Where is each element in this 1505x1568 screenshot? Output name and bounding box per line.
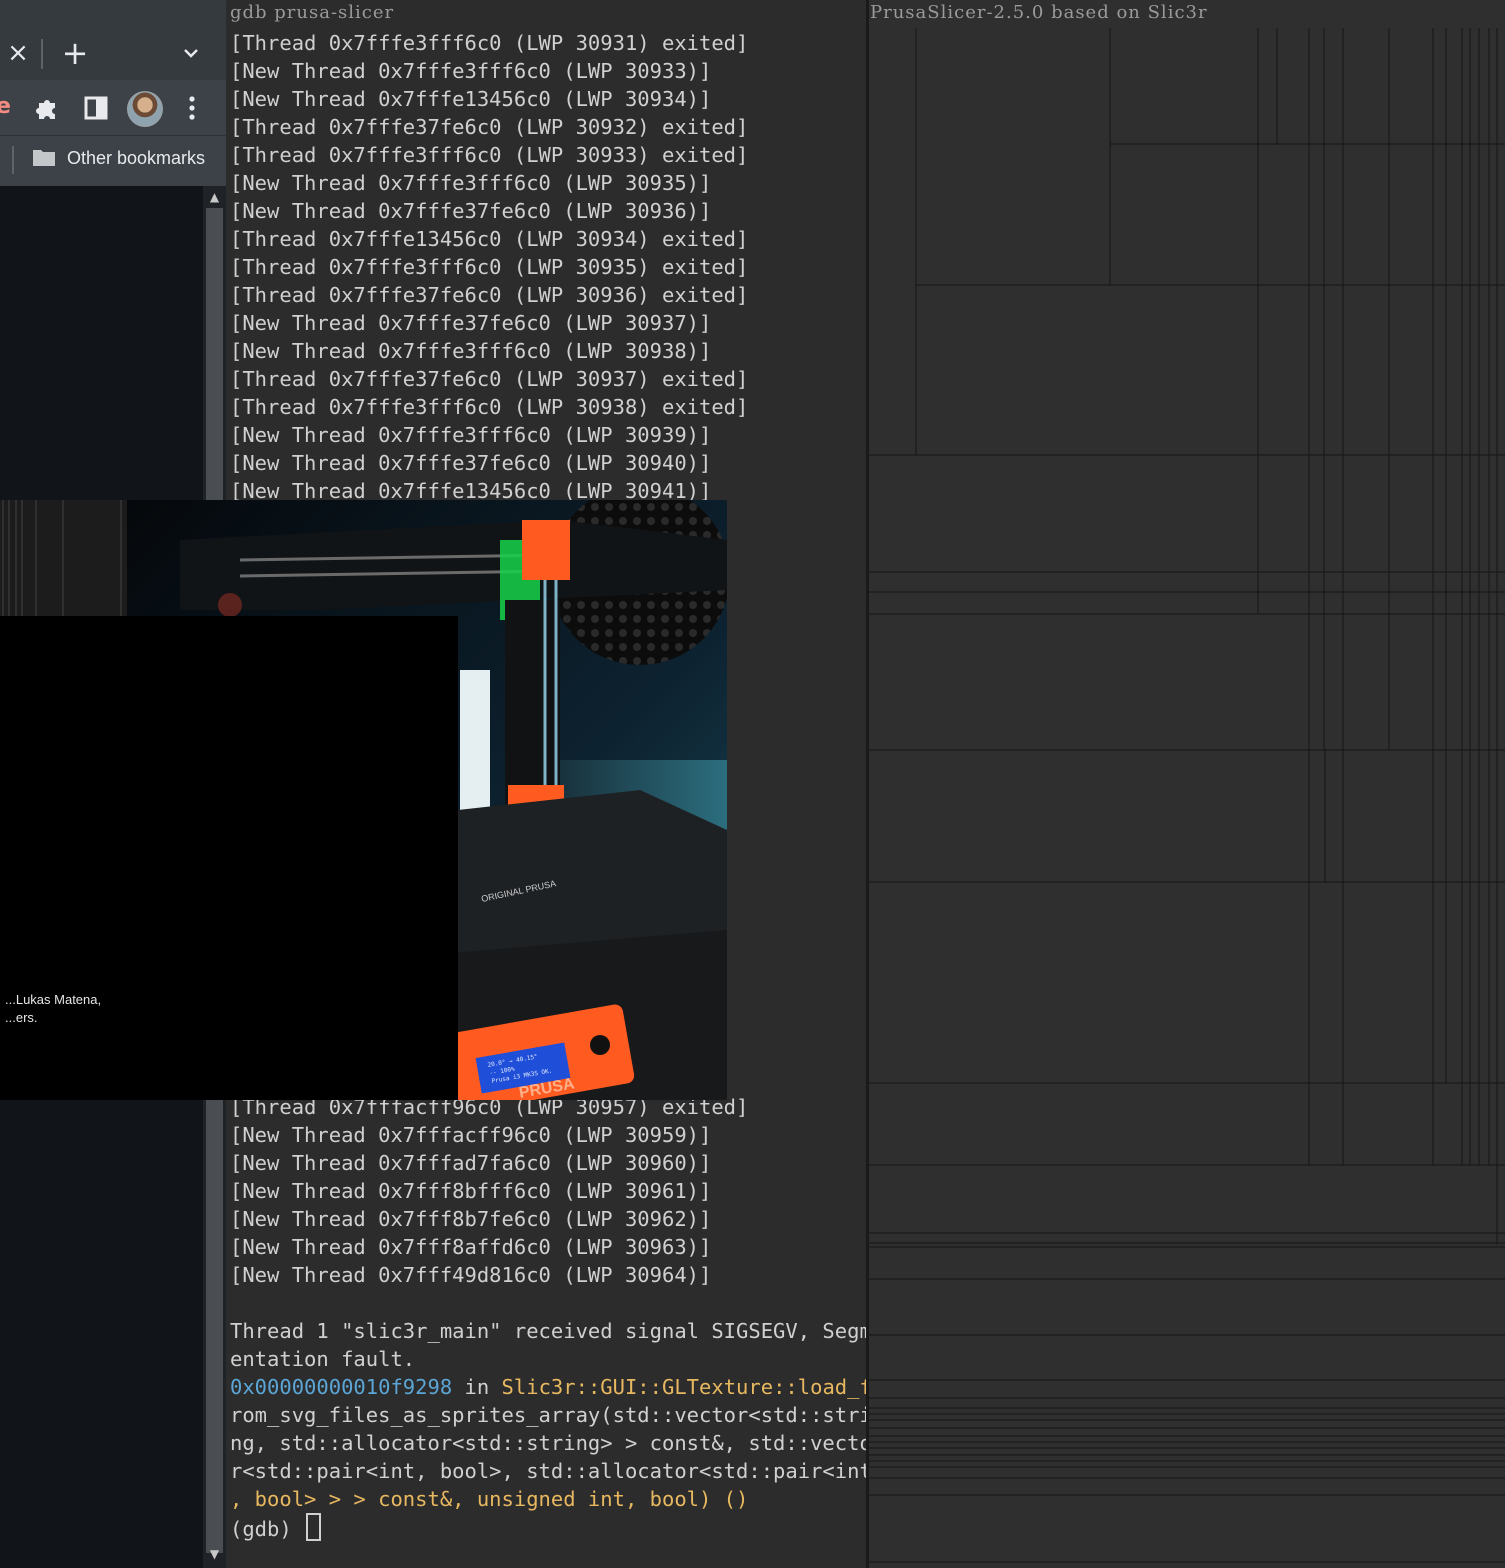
slicer-glitch-lines	[869, 28, 1505, 1563]
terminal-line: [New Thread 0x7fff8b7fe6c0 (LWP 30962)]	[230, 1207, 712, 1231]
other-bookmarks-link[interactable]: Other bookmarks	[67, 145, 205, 171]
terminal-line: [New Thread 0x7fffe3fff6c0 (LWP 30938)]	[230, 339, 712, 363]
tab-separator	[41, 39, 43, 69]
terminal-line: [New Thread 0x7fffe3fff6c0 (LWP 30933)]	[230, 59, 712, 83]
partial-icon: e	[0, 94, 11, 119]
backtrace-function-end: , bool> > > const&, unsigned int, bool) …	[230, 1487, 749, 1511]
puzzle-icon[interactable]	[34, 94, 62, 122]
gdb-prompt[interactable]: (gdb)	[230, 1513, 322, 1541]
backtrace-line: 0x00000000010f9298 in Slic3r::GUI::GLTex…	[230, 1373, 866, 1401]
backtrace-function: ng, std::allocator<std::string> > const&…	[230, 1431, 866, 1455]
terminal-line: [Thread 0x7fffe13456c0 (LWP 30934) exite…	[230, 227, 749, 251]
text-cursor	[306, 1513, 322, 1541]
terminal-line: [New Thread 0x7fffacff96c0 (LWP 30959)]	[230, 1123, 712, 1147]
credit-text: ...Lukas Matena,	[5, 992, 102, 1007]
terminal-line: [New Thread 0x7fff8bfff6c0 (LWP 30961)]	[230, 1179, 712, 1203]
credit-text: ...ers.	[5, 1010, 38, 1025]
avatar[interactable]	[127, 91, 163, 127]
kebab-menu-icon[interactable]	[182, 94, 202, 122]
backtrace-function: Slic3r::GUI::GLTexture::load_f	[501, 1375, 866, 1399]
folder-icon[interactable]	[32, 147, 56, 167]
side-panel-icon[interactable]	[83, 95, 109, 121]
terminal-line: [Thread 0x7fffe37fe6c0 (LWP 30932) exite…	[230, 115, 749, 139]
terminal-line: [New Thread 0x7fffe37fe6c0 (LWP 30937)]	[230, 311, 712, 335]
backtrace-function: r<std::pair<int, bool>, std::allocator<s…	[230, 1459, 866, 1483]
scroll-up-arrow[interactable]: ▲	[203, 188, 226, 206]
terminal-line: [Thread 0x7fffe37fe6c0 (LWP 30937) exite…	[230, 367, 749, 391]
prusaslicer-window: PrusaSlicer-2.5.0 based on Slic3r	[869, 0, 1505, 1568]
black-redaction-box	[0, 616, 458, 1100]
tab-strip: × +	[0, 0, 226, 80]
terminal-line: [New Thread 0x7fff49d816c0 (LWP 30964)]	[230, 1263, 712, 1287]
terminal-line: [New Thread 0x7fffe3fff6c0 (LWP 30935)]	[230, 171, 712, 195]
backtrace-function: rom_svg_files_as_sprites_array(std::vect…	[230, 1403, 866, 1427]
prompt-text: (gdb)	[230, 1517, 305, 1541]
bookmarks-separator	[12, 146, 14, 174]
signal-line: Thread 1 "slic3r_main" received signal S…	[230, 1319, 866, 1343]
terminal-line: [New Thread 0x7fffe37fe6c0 (LWP 30940)]	[230, 451, 712, 475]
terminal-line: [New Thread 0x7fff8affd6c0 (LWP 30963)]	[230, 1235, 712, 1259]
chevron-down-icon[interactable]	[178, 40, 204, 66]
close-icon[interactable]: ×	[5, 38, 31, 68]
backtrace-in: in	[452, 1375, 502, 1399]
terminal-line: [Thread 0x7fffe3fff6c0 (LWP 30935) exite…	[230, 255, 749, 279]
terminal-line: [New Thread 0x7fffe37fe6c0 (LWP 30936)]	[230, 199, 712, 223]
terminal-line: [Thread 0x7fffe3fff6c0 (LWP 30933) exite…	[230, 143, 749, 167]
plus-icon[interactable]: +	[60, 36, 90, 70]
terminal-title: gdb prusa-slicer	[230, 2, 395, 23]
terminal-line: [Thread 0x7fffe3fff6c0 (LWP 30931) exite…	[230, 31, 749, 55]
terminal-line: [New Thread 0x7fffe13456c0 (LWP 30934)]	[230, 87, 712, 111]
backtrace-address: 0x00000000010f9298	[230, 1375, 453, 1399]
signal-line: entation fault.	[230, 1347, 416, 1371]
photo-overlay-window: ORIGINAL PRUSA 20.0° → 40.15° -- 100% Pr…	[0, 500, 727, 1100]
terminal-line: [Thread 0x7fffe3fff6c0 (LWP 30938) exite…	[230, 395, 749, 419]
backtrace-function: , bool> > > const&, unsigned int, bool) …	[230, 1485, 748, 1513]
scroll-down-arrow[interactable]: ▼	[203, 1545, 226, 1563]
terminal-line: [Thread 0x7fffe37fe6c0 (LWP 30936) exite…	[230, 283, 749, 307]
terminal-line: [New Thread 0x7fffad7fa6c0 (LWP 30960)]	[230, 1151, 712, 1175]
terminal-line: [New Thread 0x7fffe3fff6c0 (LWP 30939)]	[230, 423, 712, 447]
